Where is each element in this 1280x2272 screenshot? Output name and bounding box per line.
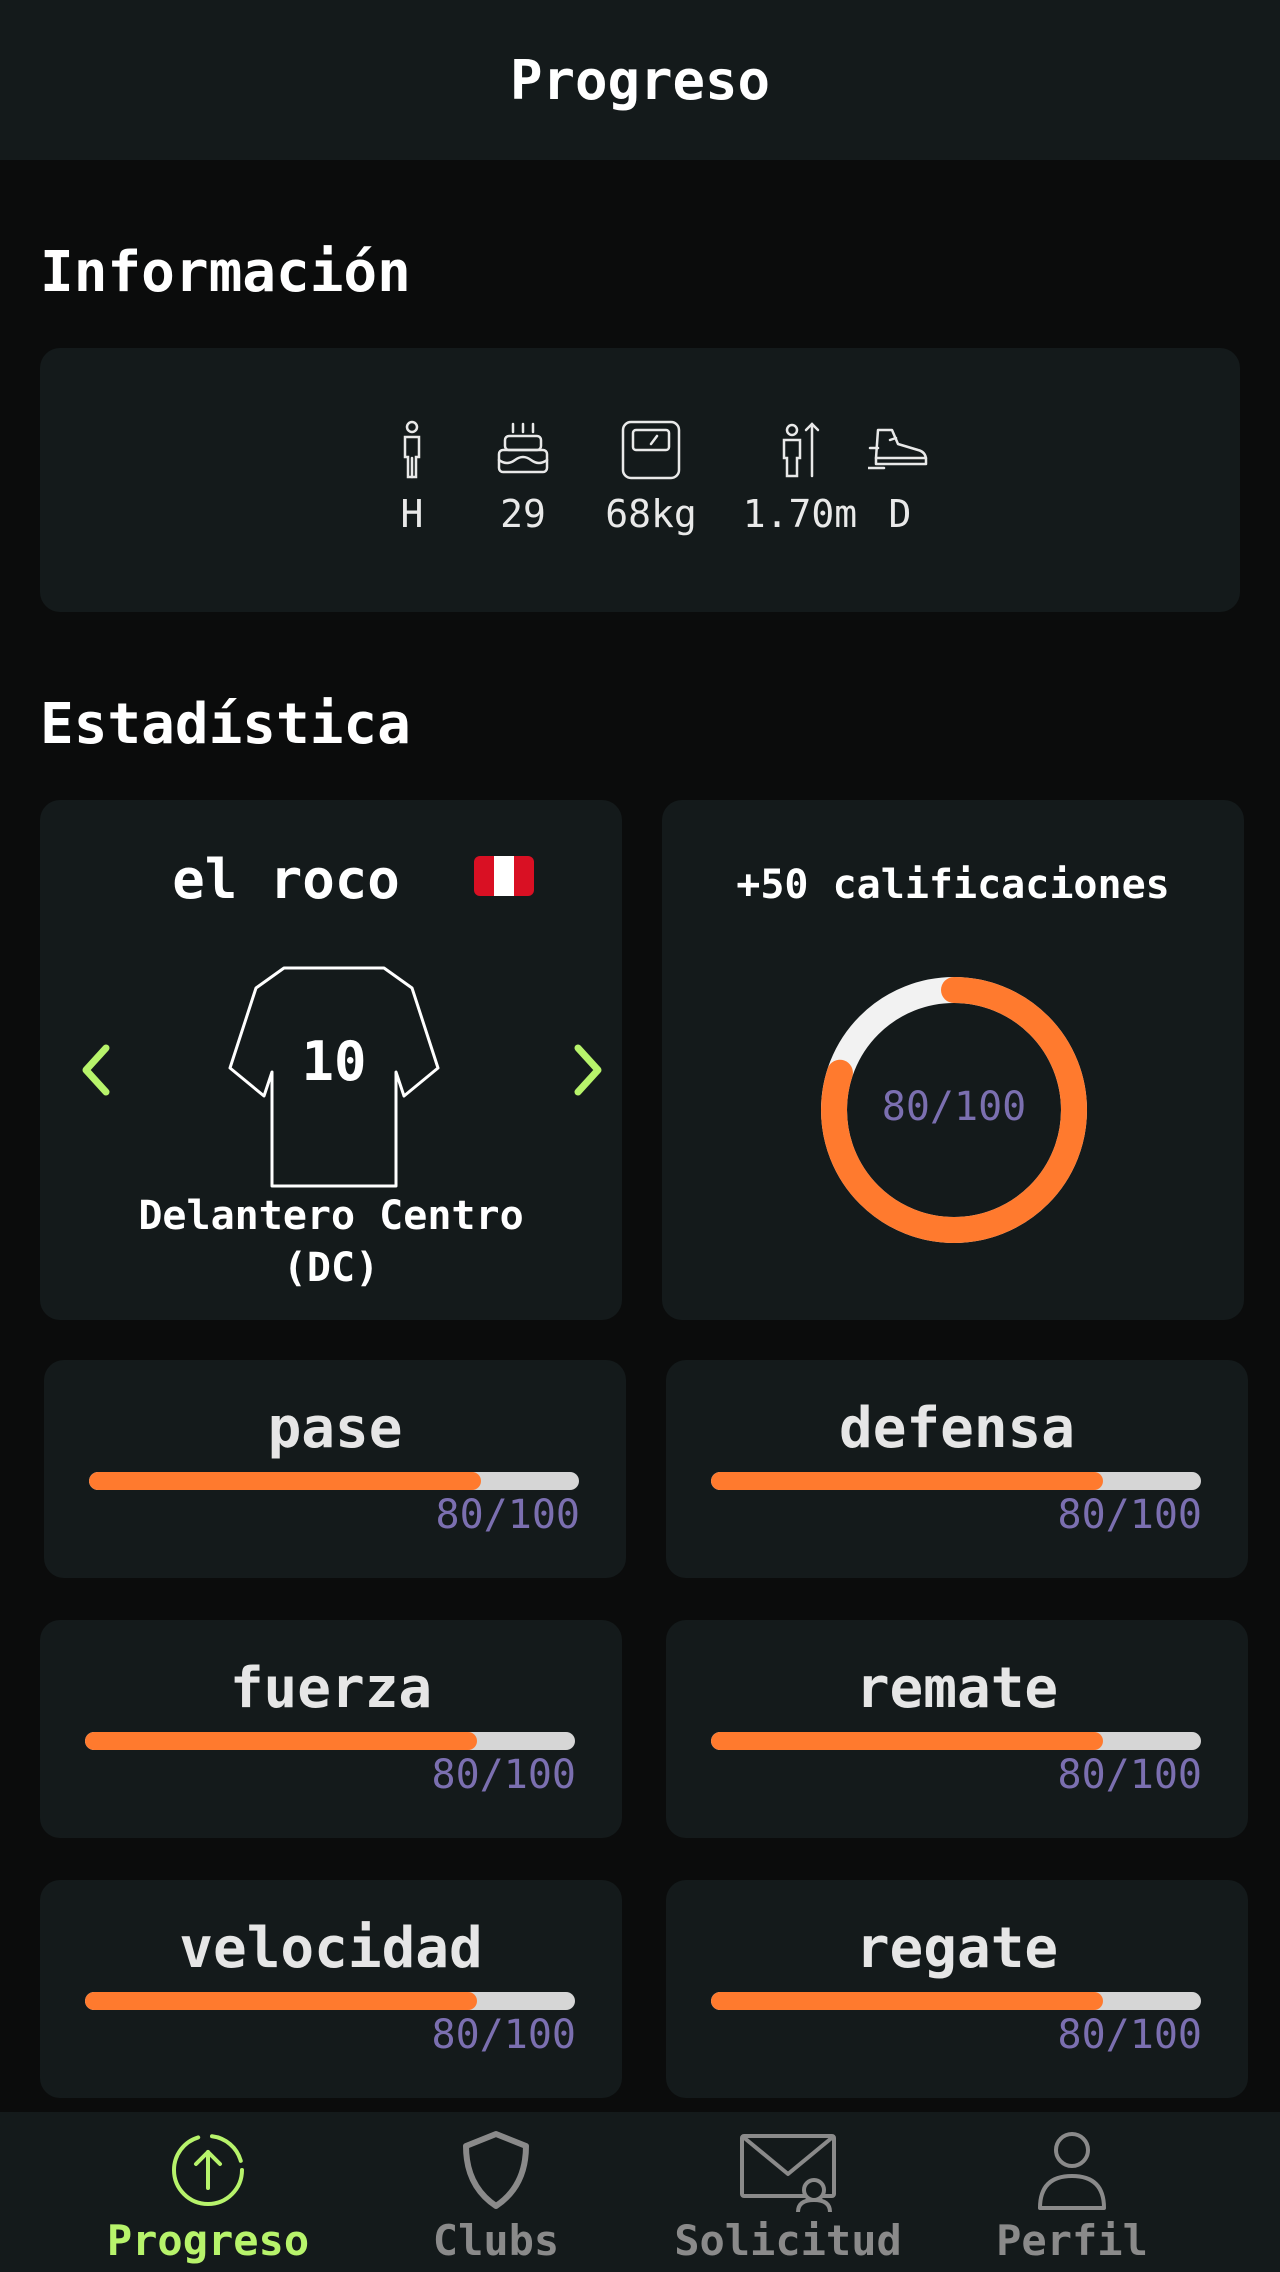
info-foot: D [830,418,970,536]
age-value: 29 [500,492,546,536]
nav-item-progreso[interactable]: Progreso [78,2128,338,2265]
nav-item-solicitud[interactable]: Solicitud [658,2128,918,2265]
info-card: H 29 68kg 1.70m D [40,348,1240,612]
stat-card-velocidad: velocidad 80/100 [40,1880,622,2098]
info-section-title: Información [40,240,411,305]
stat-bar [711,1472,1201,1490]
stat-name: defensa [838,1396,1075,1461]
stat-bar [711,1732,1201,1750]
peru-flag-icon [474,856,534,896]
stat-bar [89,1472,579,1490]
stat-value: 80/100 [1057,2012,1203,2058]
player-card: el roco 10 Delantero Centro (DC) [40,800,622,1320]
gender-value: H [400,492,424,536]
nav-label: Solicitud [674,2216,902,2265]
player-name: el roco [172,848,400,911]
info-age: 29 [453,418,593,536]
foot-value: D [888,492,912,536]
stat-card-remate: remate 80/100 [666,1620,1248,1838]
shirt-number: 10 [301,1030,367,1093]
weight-value: 68kg [605,492,697,536]
nav-label: Clubs [432,2216,560,2265]
stat-value: 80/100 [431,2012,577,2058]
stat-name: velocidad [179,1916,483,1981]
stat-card-regate: regate 80/100 [666,1880,1248,2098]
stat-value: 80/100 [435,1492,581,1538]
chevron-left-icon[interactable] [66,1030,126,1110]
stat-name: fuerza [229,1656,433,1721]
rating-value: 80/100 [881,1084,1027,1130]
nav-label: Perfil [996,2216,1148,2265]
nav-item-perfil[interactable]: Perfil [942,2128,1202,2265]
scale-icon [621,420,681,480]
stat-name: remate [855,1656,1059,1721]
page-title: Progreso [509,48,771,112]
rating-count: +50 calificaciones [736,862,1170,908]
stat-value: 80/100 [431,1752,577,1798]
stat-value: 80/100 [1057,1492,1203,1538]
shoe-icon [868,428,928,470]
stat-name: pase [267,1396,403,1461]
user-icon [1038,2132,1106,2210]
nav-item-clubs[interactable]: Clubs [366,2128,626,2265]
player-position: Delantero Centro (DC) [138,1193,524,1291]
progress-arrow-icon [172,2134,244,2206]
height-icon [782,422,820,478]
rating-card: +50 calificaciones 80/100 [662,800,1244,1320]
stat-bar [85,1732,575,1750]
stat-card-pase: pase 80/100 [44,1360,626,1578]
cake-icon [497,422,549,474]
stat-card-defensa: defensa 80/100 [666,1360,1248,1578]
mail-user-icon [740,2134,836,2212]
shield-icon [463,2131,529,2209]
nav-label: Progreso [106,2216,310,2265]
app-bar: Progreso [0,0,1280,160]
stat-bar [85,1992,575,2010]
stats-section-title: Estadística [40,692,411,757]
person-icon [403,420,421,479]
stat-name: regate [855,1916,1059,1981]
stat-value: 80/100 [1057,1752,1203,1798]
chevron-right-icon[interactable] [558,1030,618,1110]
bottom-nav: Progreso Clubs Solicitud Perfil [0,2112,1280,2272]
stat-card-fuerza: fuerza 80/100 [40,1620,622,1838]
stat-bar [711,1992,1201,2010]
